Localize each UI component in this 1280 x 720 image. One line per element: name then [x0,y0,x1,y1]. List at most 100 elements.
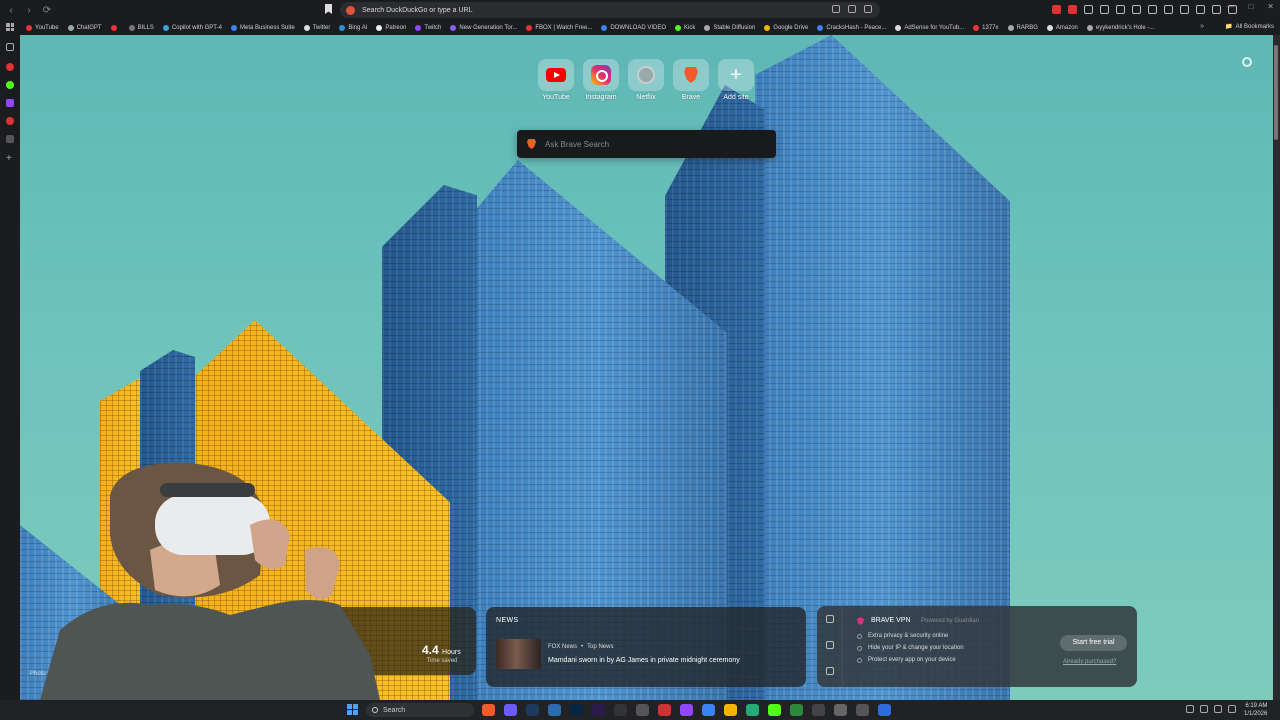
news-widget[interactable]: NEWS FOX News • Top News Mamdani sworn i… [486,607,806,687]
apps-grid-icon[interactable] [6,23,14,31]
close-icon[interactable]: ✕ [1267,2,1274,11]
taskbar-clock[interactable]: 6:19 AM 1/1/2026 [1244,702,1267,718]
bookmark-item[interactable]: Patreon [376,24,406,31]
sidebar-add-icon[interactable]: + [6,154,14,164]
bookmark-item[interactable]: Google Drive [764,24,808,31]
app-taskbar-icon[interactable] [658,704,671,716]
news-headline[interactable]: Mamdani sworn in by AG James in private … [548,657,740,664]
bookmark-item[interactable]: CracksHash - Peace... [817,24,886,31]
start-free-trial-button[interactable]: Start free trial [1060,635,1127,651]
sidebar-panel-icon[interactable] [6,43,14,51]
news-thumbnail[interactable] [496,639,541,669]
add-site-button[interactable]: + Add site [718,59,754,101]
leo-icon[interactable] [1196,5,1205,14]
extension-icon[interactable] [1052,5,1061,14]
bookmark-item[interactable]: RARBG [1007,24,1038,31]
extension-icon[interactable] [1148,5,1157,14]
bookmark-item[interactable]: YouTube [26,24,59,31]
shields-icon[interactable] [848,5,856,13]
bookmark-item[interactable]: Kick [675,24,695,31]
bookmark-item[interactable]: New Generation Tor... [450,24,517,31]
bookmark-item[interactable]: Twitch [415,24,441,31]
reload-icon[interactable]: ⟳ [40,3,54,17]
discord-taskbar-icon[interactable] [504,704,517,716]
bookmark-item[interactable]: AdSense for YouTub... [895,24,964,31]
app-taskbar-icon[interactable] [702,704,715,716]
vpn-tab-icon[interactable] [826,615,834,623]
photoshop-taskbar-icon[interactable] [570,704,583,716]
windows-start-icon[interactable] [347,704,358,715]
brave-search-box[interactable]: Ask Brave Search [517,130,776,158]
app-taskbar-icon[interactable] [768,704,781,716]
sidebar-app-icon[interactable] [6,135,14,143]
extension-icon[interactable] [1068,5,1077,14]
all-bookmarks-button[interactable]: 📁 All Bookmarks [1225,23,1274,31]
top-site-instagram[interactable]: Instagram [583,59,619,101]
bookmark-item[interactable]: Stable Diffusion [704,24,755,31]
premiere-taskbar-icon[interactable] [592,704,605,716]
app-taskbar-icon[interactable] [790,704,803,716]
bookmark-item[interactable]: Meta Business Suite [230,24,295,31]
sidebar-toggle-icon[interactable] [1164,5,1173,14]
bookmark-item[interactable]: BILLS [128,24,154,31]
app-taskbar-icon[interactable] [548,704,561,716]
scrollbar-thumb[interactable] [1274,45,1278,140]
wallet-icon[interactable] [1180,5,1189,14]
explorer-taskbar-icon[interactable] [724,704,737,716]
bookmark-item[interactable]: FBOX | Watch Free... [526,24,592,31]
bookmark-item[interactable]: Bing AI [339,24,367,31]
minimize-icon[interactable]: — [1226,2,1234,11]
chevron-up-icon[interactable] [1186,705,1194,713]
extension-icon[interactable] [1084,5,1093,14]
maximize-icon[interactable]: □ [1248,2,1253,11]
extension-icon[interactable] [1100,5,1109,14]
scrollbar[interactable] [1273,35,1280,700]
bookmark-item[interactable]: ChatGPT [67,24,102,31]
sidebar-twitch-icon[interactable] [6,99,14,107]
bookmark-favicon-icon [601,24,608,31]
bookmark-item[interactable]: Copilot with GPT-4 [162,24,222,31]
already-purchased-link[interactable]: Already purchased? [1063,659,1116,665]
vpn-icon[interactable] [1212,5,1221,14]
mic-icon[interactable] [1200,705,1208,713]
more-bookmarks-icon[interactable]: » [1200,23,1204,30]
volume-icon[interactable] [1228,705,1236,713]
app-taskbar-icon[interactable] [856,704,869,716]
app-taskbar-icon[interactable] [834,704,847,716]
talk-tab-icon[interactable] [826,667,834,675]
bookmark-item[interactable] [110,24,120,31]
extensions-puzzle-icon[interactable] [1116,5,1125,14]
address-bar[interactable]: Search DuckDuckGo or type a URL [340,2,880,18]
extension-icon[interactable] [1132,5,1141,14]
app-taskbar-icon[interactable] [680,704,693,716]
app-taskbar-icon[interactable] [746,704,759,716]
back-icon[interactable]: ‹ [4,3,18,17]
app-taskbar-icon[interactable] [878,704,891,716]
bookmark-item[interactable]: eyykendrick's Hole -... [1086,24,1154,31]
top-sites: YouTube Instagram Netflix Brave + Add si… [538,59,754,101]
top-site-brave[interactable]: Brave [673,59,709,101]
bookmark-item[interactable]: 1377x [973,24,999,31]
bookmark-item[interactable]: DOWNLOAD VIDEO [601,24,666,31]
steam-taskbar-icon[interactable] [526,704,539,716]
network-icon[interactable] [1214,705,1222,713]
gear-icon[interactable] [1242,57,1252,67]
bookmark-icon[interactable] [325,4,332,14]
rewards-icon[interactable] [864,5,872,13]
taskbar-search[interactable]: Search [366,703,474,717]
sidebar-youtube-icon[interactable] [6,63,14,71]
zoom-icon[interactable] [832,5,840,13]
app-taskbar-icon[interactable] [614,704,627,716]
app-taskbar-icon[interactable] [812,704,825,716]
top-site-youtube[interactable]: YouTube [538,59,574,101]
brave-taskbar-icon[interactable] [482,704,495,716]
bookmark-item[interactable]: Twitter [303,24,330,31]
top-site-netflix[interactable]: Netflix [628,59,664,101]
chrome-taskbar-icon[interactable] [636,704,649,716]
forward-icon[interactable]: › [22,3,36,17]
bookmark-item[interactable]: Amazon [1046,24,1078,31]
sidebar-app-icon[interactable] [6,117,14,125]
address-bar-placeholder: Search DuckDuckGo or type a URL [362,6,473,14]
sidebar-kick-icon[interactable] [6,81,14,89]
rewards-tab-icon[interactable] [826,641,834,649]
